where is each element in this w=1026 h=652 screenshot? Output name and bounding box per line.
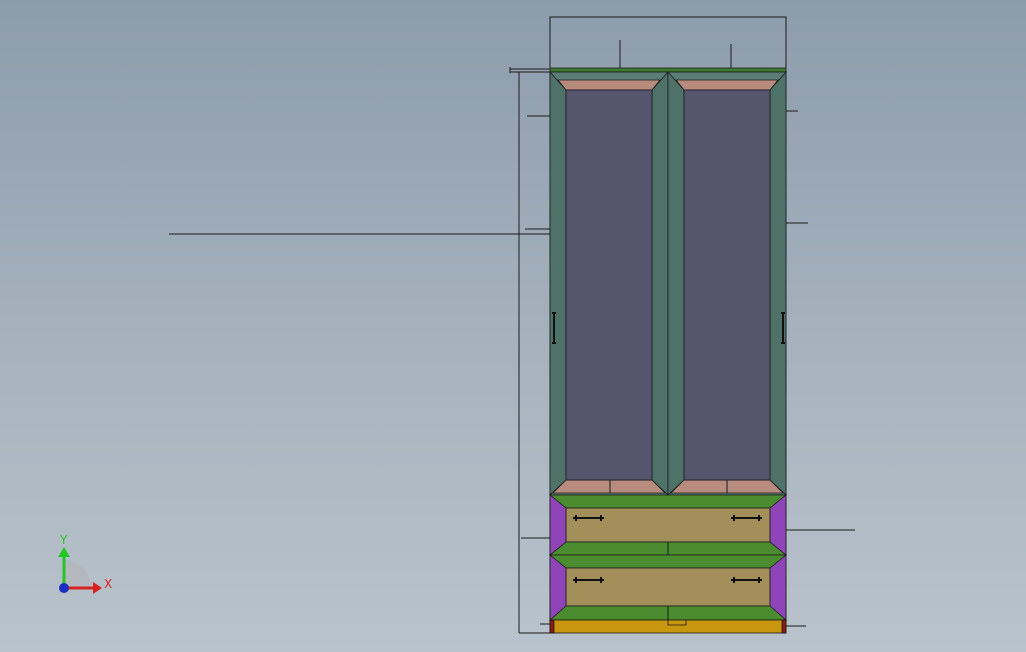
right-door-glass-panel — [683, 89, 771, 481]
drawer-2-face[interactable] — [565, 567, 771, 607]
right-door-side-bevel-left — [667, 70, 685, 496]
left-door-side-bevel-left — [549, 70, 567, 496]
left-door-bottom-trim — [552, 479, 666, 494]
left-door[interactable] — [549, 70, 669, 496]
left-door-side-bevel-right — [651, 70, 669, 496]
x-axis-arrow-head-icon — [93, 582, 102, 594]
y-axis-label: Y — [59, 533, 68, 547]
drawer-section[interactable] — [548, 494, 788, 621]
coordinate-triad[interactable]: Y X — [58, 533, 112, 594]
left-door-glass-panel — [565, 89, 653, 481]
model-scene[interactable]: Y X — [0, 0, 1026, 652]
right-door[interactable] — [667, 70, 787, 496]
base-plinth[interactable] — [549, 619, 787, 634]
y-axis-arrow-head-icon — [58, 547, 70, 557]
graphics-viewport[interactable]: Y X — [0, 0, 1026, 652]
top-bounding-box-line — [549, 16, 787, 68]
right-door-side-bevel-right — [769, 70, 787, 496]
drawer-2-top-rail — [548, 554, 788, 569]
base-edge-right — [781, 619, 787, 634]
x-axis-label: X — [104, 577, 112, 591]
drawer-1-face[interactable] — [565, 507, 771, 543]
left-door-top-trim — [557, 79, 661, 91]
base-edge-left — [549, 619, 555, 634]
right-door-top-trim — [675, 79, 779, 91]
drawer-1-top-rail — [548, 494, 788, 509]
triad-arc — [64, 560, 92, 588]
z-axis-origin-icon — [59, 583, 69, 593]
